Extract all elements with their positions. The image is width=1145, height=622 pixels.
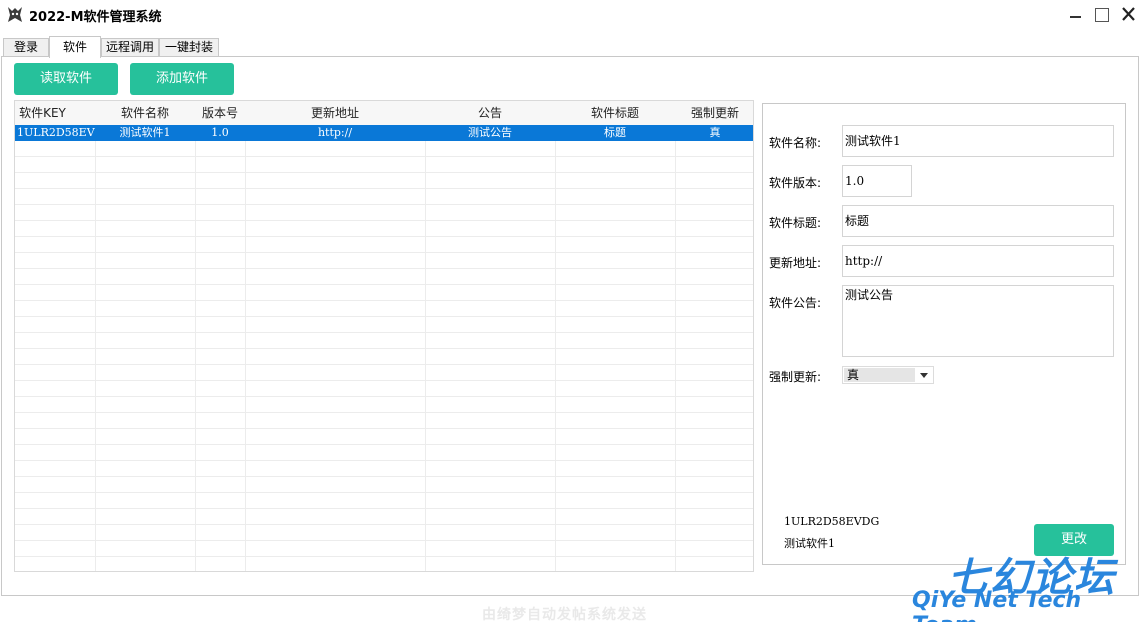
maximize-icon: [1095, 8, 1109, 22]
selected-key-text: 1ULR2D58EVDG: [784, 515, 880, 528]
cell-notice: 测试公告: [468, 126, 512, 139]
empty-table-row: [15, 413, 753, 429]
empty-table-row: [15, 269, 753, 285]
software-name-field[interactable]: 测试软件1: [842, 125, 1114, 157]
empty-table-row: [15, 445, 753, 461]
selected-name-text: 测试软件1: [784, 537, 835, 550]
tab-login[interactable]: 登录: [3, 38, 49, 57]
force-update-label: 强制更新:: [769, 370, 822, 384]
close-button[interactable]: [1117, 4, 1141, 26]
software-version-field[interactable]: 1.0: [842, 165, 912, 197]
name-label: 软件名称:: [769, 136, 822, 150]
table-header: 软件KEY 软件名称 版本号 更新地址 公告 软件标题 强制更新: [15, 101, 753, 125]
empty-table-row: [15, 525, 753, 541]
force-update-selected-value: 真: [844, 368, 915, 382]
empty-table-row: [15, 381, 753, 397]
update-url-field[interactable]: http://: [842, 245, 1114, 277]
cell-update-url: http://: [317, 126, 353, 139]
title-label: 软件标题:: [769, 216, 822, 230]
header-notice[interactable]: 公告: [425, 101, 555, 125]
software-notice-textarea[interactable]: 测试公告: [842, 285, 1114, 357]
tab-remote-call[interactable]: 远程调用: [101, 38, 159, 57]
app-logo-icon: [8, 7, 22, 22]
software-table[interactable]: 软件KEY 软件名称 版本号 更新地址 公告 软件标题 强制更新 1ULR2D5…: [14, 100, 754, 572]
empty-table-row: [15, 429, 753, 445]
watermark-logo-en: QiYe Net Tech Team: [912, 588, 1082, 622]
empty-table-row: [15, 189, 753, 205]
empty-table-row: [15, 157, 753, 173]
add-software-button[interactable]: 添加软件: [130, 63, 234, 95]
empty-table-row: [15, 461, 753, 477]
empty-table-row: [15, 317, 753, 333]
empty-table-row: [15, 221, 753, 237]
empty-table-row: [15, 301, 753, 317]
read-software-button[interactable]: 读取软件: [14, 63, 118, 95]
empty-table-row: [15, 365, 753, 381]
software-detail-panel: 软件名称: 测试软件1 软件版本: 1.0 软件标题: 标题 更新地址: htt…: [762, 103, 1126, 565]
maximize-button[interactable]: [1090, 4, 1114, 26]
empty-table-row: [15, 141, 753, 157]
header-update-url[interactable]: 更新地址: [245, 101, 425, 125]
empty-table-row: [15, 509, 753, 525]
footer-text: 由绮梦自动发帖系统发送: [482, 607, 647, 622]
empty-table-row: [15, 333, 753, 349]
empty-table-row: [15, 253, 753, 269]
cell-software-name: 测试软件1: [119, 126, 171, 139]
cell-software-title: 标题: [604, 126, 626, 139]
table-body: 1ULR2D58EVDG 测试软件1 1.0 http:// 测试公告 标题 真: [15, 125, 753, 571]
empty-table-row: [15, 349, 753, 365]
empty-table-row: [15, 557, 753, 571]
software-title-field[interactable]: 标题: [842, 205, 1114, 237]
version-label: 软件版本:: [769, 176, 822, 190]
empty-table-row: [15, 493, 753, 509]
header-software-name[interactable]: 软件名称: [95, 101, 195, 125]
title-bar: 2022-M软件管理系统: [0, 0, 1145, 32]
force-update-select[interactable]: 真: [842, 366, 934, 384]
window-title: 2022-M软件管理系统: [29, 10, 162, 25]
empty-table-row: [15, 285, 753, 301]
update-url-label: 更新地址:: [769, 256, 822, 270]
header-version[interactable]: 版本号: [195, 101, 245, 125]
empty-table-row: [15, 541, 753, 557]
cell-version: 1.0: [211, 126, 229, 139]
header-software-key[interactable]: 软件KEY: [15, 101, 70, 125]
software-tab-panel: 读取软件 添加软件 软件KEY 软件名称 版本号 更新地址 公告 软件标题 强制…: [1, 56, 1139, 596]
notice-label: 软件公告:: [769, 296, 822, 310]
close-icon: [1122, 7, 1135, 21]
cell-force-update: 真: [709, 126, 721, 139]
header-software-title[interactable]: 软件标题: [555, 101, 675, 125]
chevron-down-icon[interactable]: [920, 373, 928, 378]
table-row[interactable]: 1ULR2D58EVDG 测试软件1 1.0 http:// 测试公告 标题 真: [15, 125, 753, 141]
cell-software-key: 1ULR2D58EVDG: [17, 126, 95, 139]
tab-one-click-package[interactable]: 一键封装: [159, 38, 219, 57]
empty-table-row: [15, 237, 753, 253]
empty-table-row: [15, 397, 753, 413]
empty-table-row: [15, 173, 753, 189]
tab-strip: 登录 软件 远程调用 一键封装: [0, 36, 1145, 58]
header-force-update[interactable]: 强制更新: [675, 101, 753, 125]
empty-table-row: [15, 477, 753, 493]
tab-software[interactable]: 软件: [49, 36, 101, 58]
empty-table-row: [15, 205, 753, 221]
minimize-button[interactable]: [1064, 4, 1088, 26]
minimize-icon: [1070, 16, 1081, 18]
